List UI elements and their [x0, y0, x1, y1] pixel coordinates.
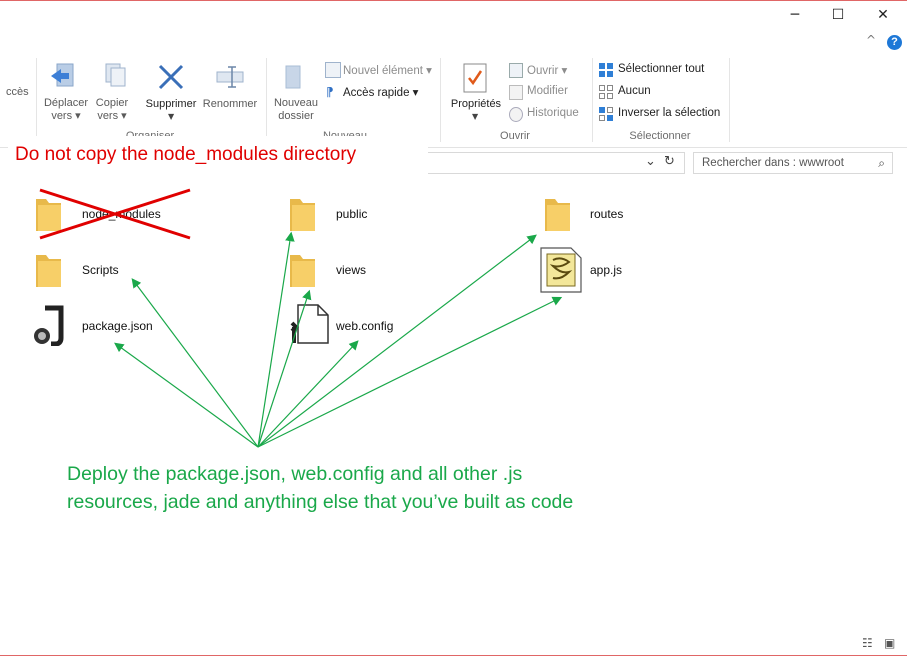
green-arrow	[257, 296, 563, 448]
details-view-icon[interactable]: ☷	[862, 636, 873, 650]
green-arrow	[131, 278, 259, 448]
large-icons-view-icon[interactable]: ▣	[884, 636, 895, 650]
green-arrow	[257, 340, 359, 448]
green-arrow	[257, 234, 537, 448]
green-arrow	[114, 342, 259, 448]
green-arrow	[257, 231, 295, 448]
window-bottom-border	[0, 655, 907, 656]
annotation-arrows	[39, 188, 563, 448]
annotation-deploy: Deploy the package.json, web.config and …	[67, 463, 574, 513]
green-arrow	[257, 289, 312, 448]
